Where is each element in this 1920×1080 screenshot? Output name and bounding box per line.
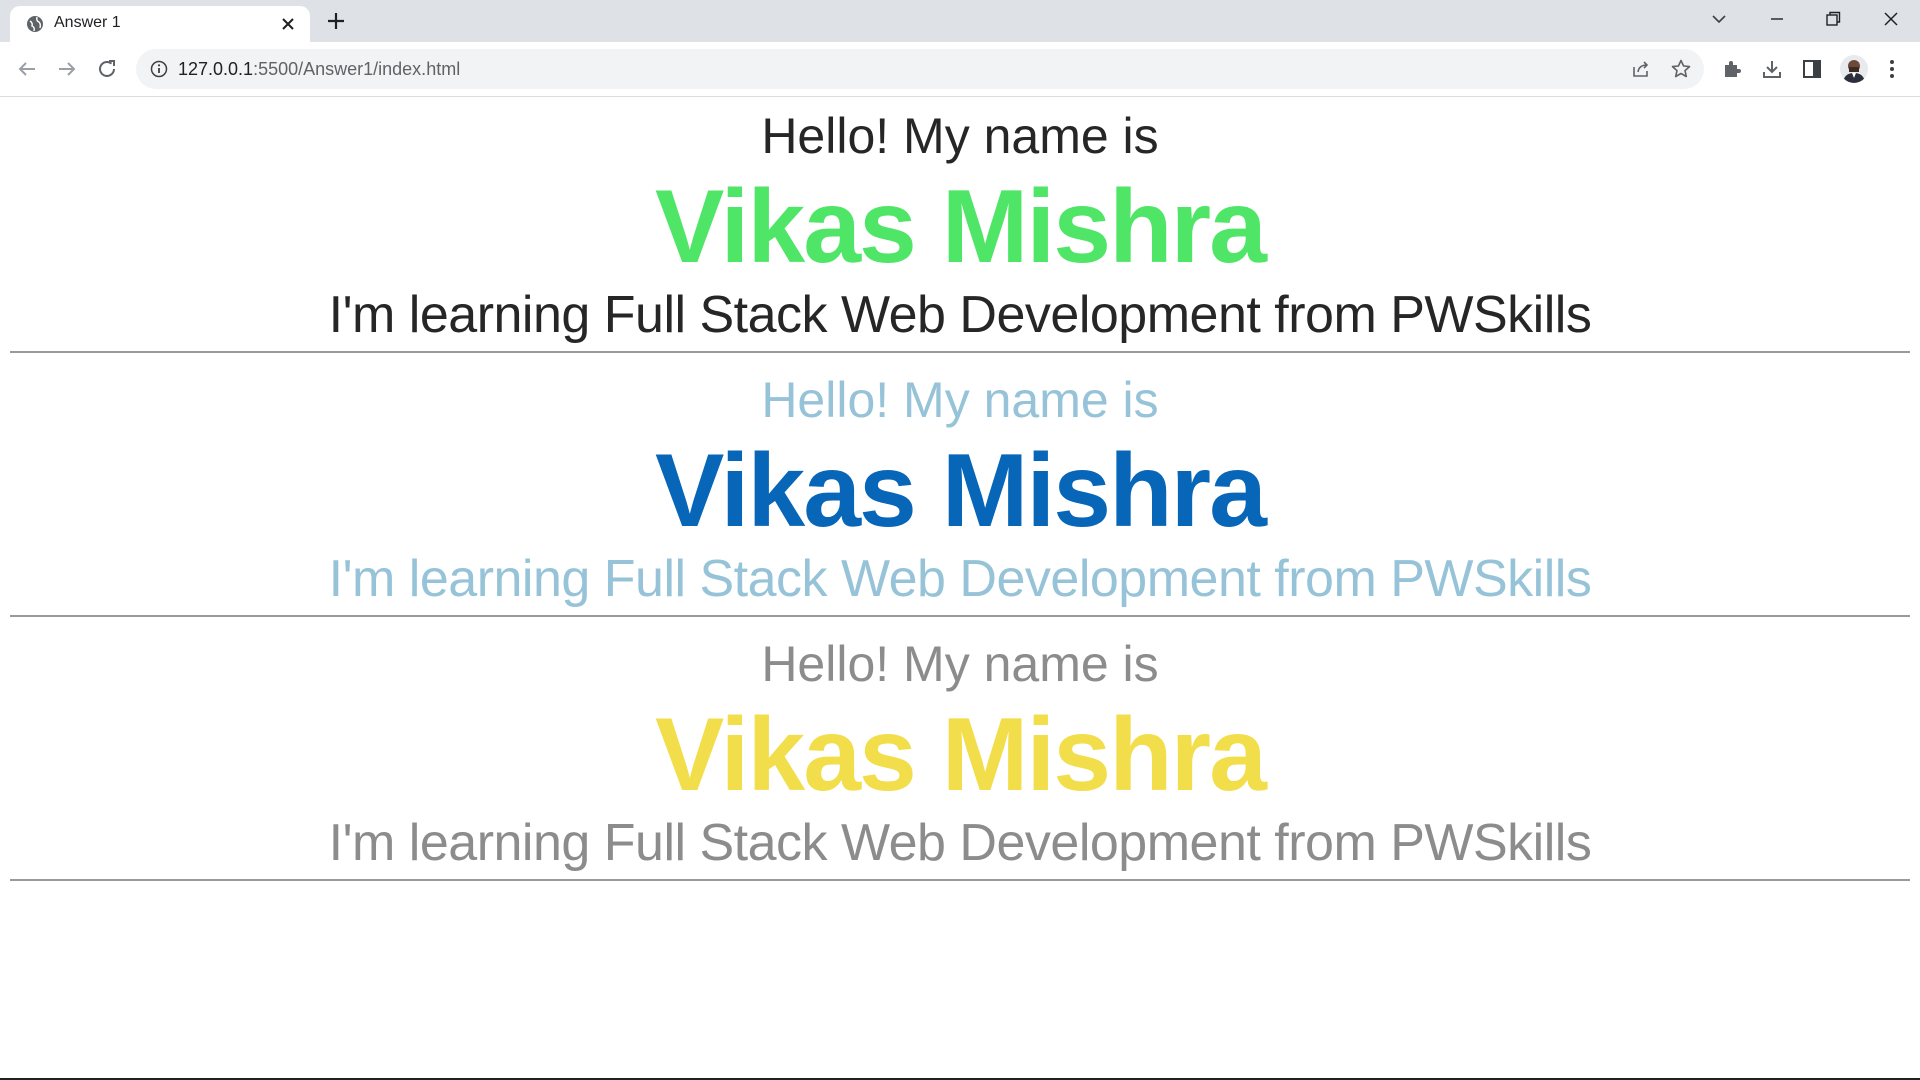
site-info-icon[interactable] bbox=[150, 60, 168, 78]
share-icon[interactable] bbox=[1630, 58, 1652, 80]
tagline-text: I'm learning Full Stack Web Development … bbox=[328, 286, 1592, 344]
bookmark-star-icon[interactable] bbox=[1670, 58, 1692, 80]
url-text[interactable]: 127.0.0.1:5500/Answer1/index.html bbox=[178, 59, 460, 80]
browser-menu-icon[interactable] bbox=[1880, 57, 1904, 81]
name-heading: Vikas Mishra bbox=[654, 697, 1267, 813]
profile-avatar[interactable] bbox=[1840, 55, 1868, 83]
tab-strip: Answer 1 bbox=[0, 0, 1920, 42]
tab-answer-1[interactable]: Answer 1 bbox=[10, 6, 310, 42]
tab-search-chevron-icon[interactable] bbox=[1708, 8, 1730, 30]
tagline-text: I'm learning Full Stack Web Development … bbox=[328, 814, 1592, 872]
address-bar[interactable]: 127.0.0.1:5500/Answer1/index.html bbox=[136, 49, 1704, 89]
back-arrow-icon[interactable] bbox=[15, 57, 39, 81]
intro-section-1: Hello! My name is Vikas Mishra I'm learn… bbox=[0, 97, 1920, 351]
profile-person-icon bbox=[1843, 60, 1865, 83]
url-path: :5500/Answer1/index.html bbox=[253, 59, 461, 79]
intro-section-2: Hello! My name is Vikas Mishra I'm learn… bbox=[0, 361, 1920, 615]
reload-icon[interactable] bbox=[95, 57, 119, 81]
page-content: Hello! My name is Vikas Mishra I'm learn… bbox=[0, 97, 1920, 881]
greeting-text: Hello! My name is bbox=[761, 372, 1159, 428]
browser-toolbar: 127.0.0.1:5500/Answer1/index.html bbox=[0, 42, 1920, 97]
name-heading: Vikas Mishra bbox=[654, 169, 1267, 285]
greeting-text: Hello! My name is bbox=[761, 108, 1159, 164]
close-tab-icon[interactable] bbox=[280, 16, 296, 32]
restore-icon[interactable] bbox=[1822, 8, 1844, 30]
globe-icon bbox=[27, 16, 43, 32]
forward-arrow-icon[interactable] bbox=[55, 57, 79, 81]
close-window-icon[interactable] bbox=[1880, 8, 1902, 30]
intro-section-3: Hello! My name is Vikas Mishra I'm learn… bbox=[0, 625, 1920, 879]
section-divider bbox=[10, 879, 1910, 881]
extensions-puzzle-icon[interactable] bbox=[1720, 57, 1744, 81]
name-heading: Vikas Mishra bbox=[654, 433, 1267, 549]
tab-title: Answer 1 bbox=[54, 14, 121, 31]
side-panel-icon[interactable] bbox=[1800, 57, 1824, 81]
minimize-icon[interactable] bbox=[1766, 8, 1788, 30]
greeting-text: Hello! My name is bbox=[761, 636, 1159, 692]
new-tab-plus-icon[interactable] bbox=[326, 11, 346, 31]
download-icon[interactable] bbox=[1760, 57, 1784, 81]
url-host: 127.0.0.1 bbox=[178, 59, 254, 79]
tagline-text: I'm learning Full Stack Web Development … bbox=[328, 550, 1592, 608]
